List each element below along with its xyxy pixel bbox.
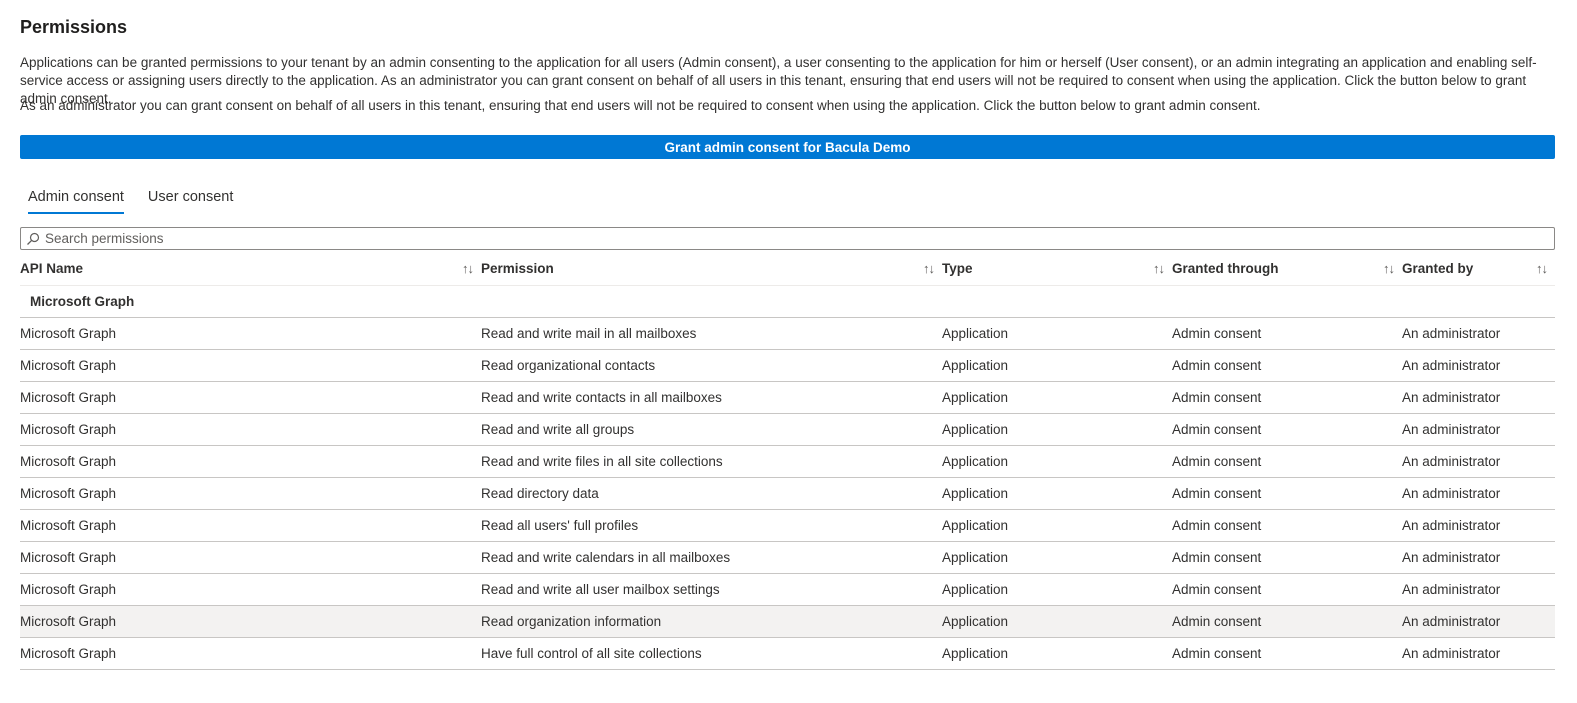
table-header-row: API Name ↑↓ Permission ↑↓ Type ↑↓ Granted t… bbox=[20, 253, 1555, 286]
cell-type: Application bbox=[942, 349, 1172, 382]
sort-icon[interactable]: ↑↓ bbox=[1536, 261, 1548, 276]
table-row[interactable]: Microsoft Graph Read organizational conta… bbox=[20, 349, 1555, 382]
permissions-page: Permissions Applications can be granted … bbox=[0, 0, 1577, 703]
grant-admin-consent-button[interactable]: Grant admin consent for Bacula Demo bbox=[20, 135, 1555, 159]
cell-granted-through: Admin consent bbox=[1172, 605, 1402, 638]
column-label: API Name bbox=[20, 261, 84, 277]
sort-icon[interactable]: ↑↓ bbox=[1383, 261, 1395, 276]
cell-api-name: Microsoft Graph bbox=[20, 317, 481, 350]
column-header-permission[interactable]: Permission ↑↓ bbox=[481, 253, 942, 286]
cell-type: Application bbox=[942, 381, 1172, 414]
cell-granted-by: An administrator bbox=[1402, 381, 1555, 414]
cell-type: Application bbox=[942, 509, 1172, 542]
table-row[interactable]: Microsoft Graph Read and write calendars … bbox=[20, 541, 1555, 574]
tab-admin-consent[interactable]: Admin consent bbox=[20, 185, 132, 215]
cell-granted-through: Admin consent bbox=[1172, 413, 1402, 446]
cell-api-name: Microsoft Graph bbox=[20, 445, 481, 478]
cell-api-name: Microsoft Graph bbox=[20, 381, 481, 414]
cell-type: Application bbox=[942, 317, 1172, 350]
page-title: Permissions bbox=[20, 17, 128, 37]
cell-type: Application bbox=[942, 637, 1172, 670]
cell-granted-by: An administrator bbox=[1402, 509, 1555, 542]
group-header-row[interactable]: Microsoft Graph bbox=[20, 285, 1555, 318]
cell-api-name: Microsoft Graph bbox=[20, 477, 481, 510]
cell-granted-through: Admin consent bbox=[1172, 381, 1402, 414]
cell-permission: Read organization information bbox=[481, 605, 942, 638]
table-row[interactable]: Microsoft Graph Read directory data Applic… bbox=[20, 477, 1555, 510]
table-row[interactable]: Microsoft Graph Read all users' full prof… bbox=[20, 509, 1555, 542]
search-box bbox=[20, 227, 1555, 250]
cell-granted-through: Admin consent bbox=[1172, 637, 1402, 670]
cell-type: Application bbox=[942, 605, 1172, 638]
group-label: Microsoft Graph bbox=[20, 285, 1555, 318]
sort-icon[interactable]: ↑↓ bbox=[923, 261, 935, 276]
table-row[interactable]: Microsoft Graph Have full control of all … bbox=[20, 637, 1555, 670]
cell-granted-through: Admin consent bbox=[1172, 317, 1402, 350]
cell-permission: Read and write all groups bbox=[481, 413, 942, 446]
cell-granted-through: Admin consent bbox=[1172, 445, 1402, 478]
cell-granted-by: An administrator bbox=[1402, 637, 1555, 670]
cell-granted-through: Admin consent bbox=[1172, 509, 1402, 542]
cell-permission: Read and write calendars in all mailboxe… bbox=[481, 541, 942, 574]
table-row[interactable]: Microsoft Graph Read and write all groups… bbox=[20, 413, 1555, 446]
cell-granted-by: An administrator bbox=[1402, 573, 1555, 606]
cell-granted-by: An administrator bbox=[1402, 605, 1555, 638]
cell-permission: Read organizational contacts bbox=[481, 349, 942, 382]
cell-granted-by: An administrator bbox=[1402, 541, 1555, 574]
cell-granted-by: An administrator bbox=[1402, 349, 1555, 382]
cell-granted-through: Admin consent bbox=[1172, 477, 1402, 510]
cell-permission: Read directory data bbox=[481, 477, 942, 510]
cell-api-name: Microsoft Graph bbox=[20, 349, 481, 382]
cell-granted-through: Admin consent bbox=[1172, 541, 1402, 574]
cell-permission: Read and write contacts in all mailboxes bbox=[481, 381, 942, 414]
column-label: Granted by bbox=[1402, 261, 1474, 277]
table-row[interactable]: Microsoft Graph Read and write files in a… bbox=[20, 445, 1555, 478]
consent-tabs: Admin consent User consent bbox=[20, 185, 249, 215]
cell-type: Application bbox=[942, 477, 1172, 510]
permissions-table: API Name ↑↓ Permission ↑↓ Type ↑↓ Granted t… bbox=[20, 253, 1555, 670]
cell-api-name: Microsoft Graph bbox=[20, 637, 481, 670]
column-label: Granted through bbox=[1172, 261, 1279, 277]
search-input[interactable] bbox=[45, 228, 1554, 249]
column-header-type[interactable]: Type ↑↓ bbox=[942, 253, 1172, 286]
table-row[interactable]: Microsoft Graph Read organization informa… bbox=[20, 605, 1555, 638]
cell-permission: Read and write files in all site collect… bbox=[481, 445, 942, 478]
cell-granted-through: Admin consent bbox=[1172, 573, 1402, 606]
column-header-api-name[interactable]: API Name ↑↓ bbox=[20, 253, 481, 286]
admin-description-text: As an administrator you can grant consen… bbox=[20, 98, 1261, 113]
cell-type: Application bbox=[942, 573, 1172, 606]
tab-user-consent[interactable]: User consent bbox=[140, 185, 241, 215]
table-row[interactable]: Microsoft Graph Read and write mail in al… bbox=[20, 317, 1555, 350]
table-row[interactable]: Microsoft Graph Read and write contacts i… bbox=[20, 381, 1555, 414]
cell-api-name: Microsoft Graph bbox=[20, 573, 481, 606]
column-header-granted-through[interactable]: Granted through ↑↓ bbox=[1172, 253, 1402, 286]
sort-icon[interactable]: ↑↓ bbox=[1153, 261, 1165, 276]
table-row[interactable]: Microsoft Graph Read and write all user m… bbox=[20, 573, 1555, 606]
cell-granted-by: An administrator bbox=[1402, 413, 1555, 446]
cell-permission: Have full control of all site collection… bbox=[481, 637, 942, 670]
cell-granted-by: An administrator bbox=[1402, 445, 1555, 478]
column-label: Permission bbox=[481, 261, 554, 277]
cell-granted-by: An administrator bbox=[1402, 317, 1555, 350]
search-icon bbox=[21, 228, 45, 249]
cell-api-name: Microsoft Graph bbox=[20, 541, 481, 574]
cell-api-name: Microsoft Graph bbox=[20, 413, 481, 446]
column-header-granted-by[interactable]: Granted by ↑↓ bbox=[1402, 253, 1555, 286]
cell-permission: Read and write all user mailbox settings bbox=[481, 573, 942, 606]
column-label: Type bbox=[942, 261, 973, 277]
cell-type: Application bbox=[942, 541, 1172, 574]
cell-granted-by: An administrator bbox=[1402, 477, 1555, 510]
cell-api-name: Microsoft Graph bbox=[20, 509, 481, 542]
sort-icon[interactable]: ↑↓ bbox=[462, 261, 474, 276]
cell-permission: Read and write mail in all mailboxes bbox=[481, 317, 942, 350]
cell-permission: Read all users' full profiles bbox=[481, 509, 942, 542]
cell-type: Application bbox=[942, 445, 1172, 478]
cell-type: Application bbox=[942, 413, 1172, 446]
cell-api-name: Microsoft Graph bbox=[20, 605, 481, 638]
cell-granted-through: Admin consent bbox=[1172, 349, 1402, 382]
